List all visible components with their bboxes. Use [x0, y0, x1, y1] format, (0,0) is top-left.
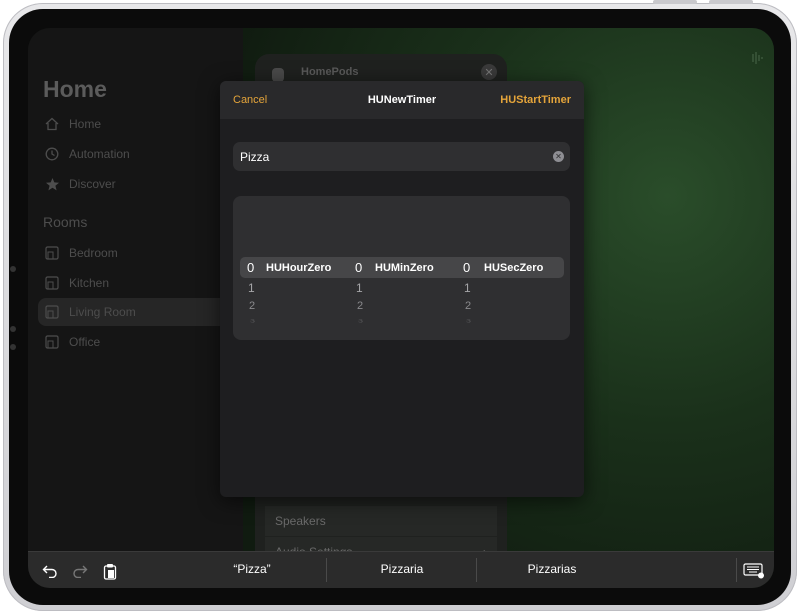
suggestion-quoted[interactable]: “Pizza” [182, 562, 322, 576]
sidebar-item-kitchen[interactable]: Kitchen [38, 269, 242, 297]
room-icon [44, 334, 60, 350]
sidebar-item-label: Automation [69, 147, 130, 161]
minutes-option: 1 [356, 281, 363, 295]
hours-option: 2 [249, 300, 256, 312]
modal-header: Cancel HUNewTimer HUStartTimer [220, 81, 584, 119]
room-icon [44, 304, 60, 320]
hours-unit-label: HUHourZero [266, 262, 332, 274]
cancel-button[interactable]: Cancel [233, 94, 267, 106]
sensor-icon [10, 344, 16, 350]
timer-name-input[interactable] [240, 142, 540, 171]
camera-icon [10, 266, 16, 272]
sidebar-item-label: Bedroom [69, 246, 118, 260]
keyboard-icon[interactable] [742, 561, 766, 581]
speakers-label: Speakers [275, 514, 326, 528]
sidebar: Home Home Automation Discover Rooms Bedr… [28, 28, 243, 588]
seconds-selected: 0 [463, 260, 471, 275]
clear-icon[interactable]: ✕ [553, 151, 564, 162]
undo-icon[interactable] [40, 561, 60, 581]
sidebar-item-bedroom[interactable]: Bedroom [38, 239, 242, 267]
sensor-icon [10, 326, 16, 332]
suggestion-divider [476, 558, 477, 582]
seconds-option: 3 [466, 318, 472, 324]
house-icon [44, 116, 60, 132]
sidebar-item-office[interactable]: Office [38, 328, 242, 356]
hours-option: 3 [250, 318, 256, 324]
start-timer-button[interactable]: HUStartTimer [500, 94, 571, 106]
minutes-column[interactable]: 0 HUMinZero 1 2 3 [341, 196, 451, 340]
suggestion-divider [326, 558, 327, 582]
hours-option: 1 [248, 281, 255, 295]
room-icon [44, 275, 60, 291]
suggestion-pizzarias[interactable]: Pizzarias [482, 562, 622, 576]
clock-icon [44, 146, 60, 162]
sidebar-item-label: Kitchen [69, 276, 110, 290]
new-timer-modal: Cancel HUNewTimer HUStartTimer ✕ 0 HUHou… [220, 81, 584, 497]
speakers-row[interactable]: Speakers [265, 506, 497, 536]
screen: Home Home Automation Discover Rooms Bedr… [28, 28, 774, 588]
hours-column[interactable]: 0 HUHourZero 1 2 3 [233, 196, 343, 340]
hours-selected: 0 [247, 260, 255, 275]
sidebar-item-label: Office [69, 335, 101, 349]
timer-name-field[interactable]: ✕ [233, 142, 570, 171]
volume-button [653, 0, 697, 4]
minutes-option: 3 [358, 318, 364, 324]
minutes-selected: 0 [355, 260, 363, 275]
volume-button [709, 0, 753, 4]
seconds-column[interactable]: 0 HUSecZero 1 2 3 [449, 196, 564, 340]
minutes-option: 2 [357, 300, 364, 312]
panel-title: HomePods [301, 66, 359, 78]
sidebar-item-label: Discover [69, 177, 116, 191]
rooms-heading: Rooms [43, 214, 88, 230]
redo-icon[interactable] [70, 561, 90, 581]
sidebar-title: Home [43, 76, 107, 102]
sidebar-item-discover[interactable]: Discover [38, 170, 242, 198]
seconds-option: 2 [465, 300, 472, 312]
room-icon [44, 245, 60, 261]
paste-icon[interactable] [100, 561, 120, 581]
sidebar-item-automation[interactable]: Automation [38, 140, 242, 168]
keyboard-divider [736, 558, 737, 582]
sound-icon [752, 52, 763, 64]
sidebar-item-label: Living Room [69, 305, 136, 319]
duration-picker[interactable]: 0 HUHourZero 1 2 3 0 HUMinZero 1 2 3 0 H… [233, 196, 570, 340]
keyboard-shortcut-bar: “Pizza” Pizzaria Pizzarias [28, 551, 774, 588]
seconds-option: 1 [464, 281, 471, 295]
star-icon [44, 176, 60, 192]
seconds-unit-label: HUSecZero [484, 262, 544, 274]
close-icon[interactable]: ✕ [481, 64, 497, 80]
minutes-unit-label: HUMinZero [375, 262, 434, 274]
sidebar-item-home[interactable]: Home [38, 110, 242, 138]
suggestion-pizzaria[interactable]: Pizzaria [332, 562, 472, 576]
sidebar-item-label: Home [69, 117, 102, 131]
sidebar-item-living-room[interactable]: Living Room [38, 298, 242, 326]
